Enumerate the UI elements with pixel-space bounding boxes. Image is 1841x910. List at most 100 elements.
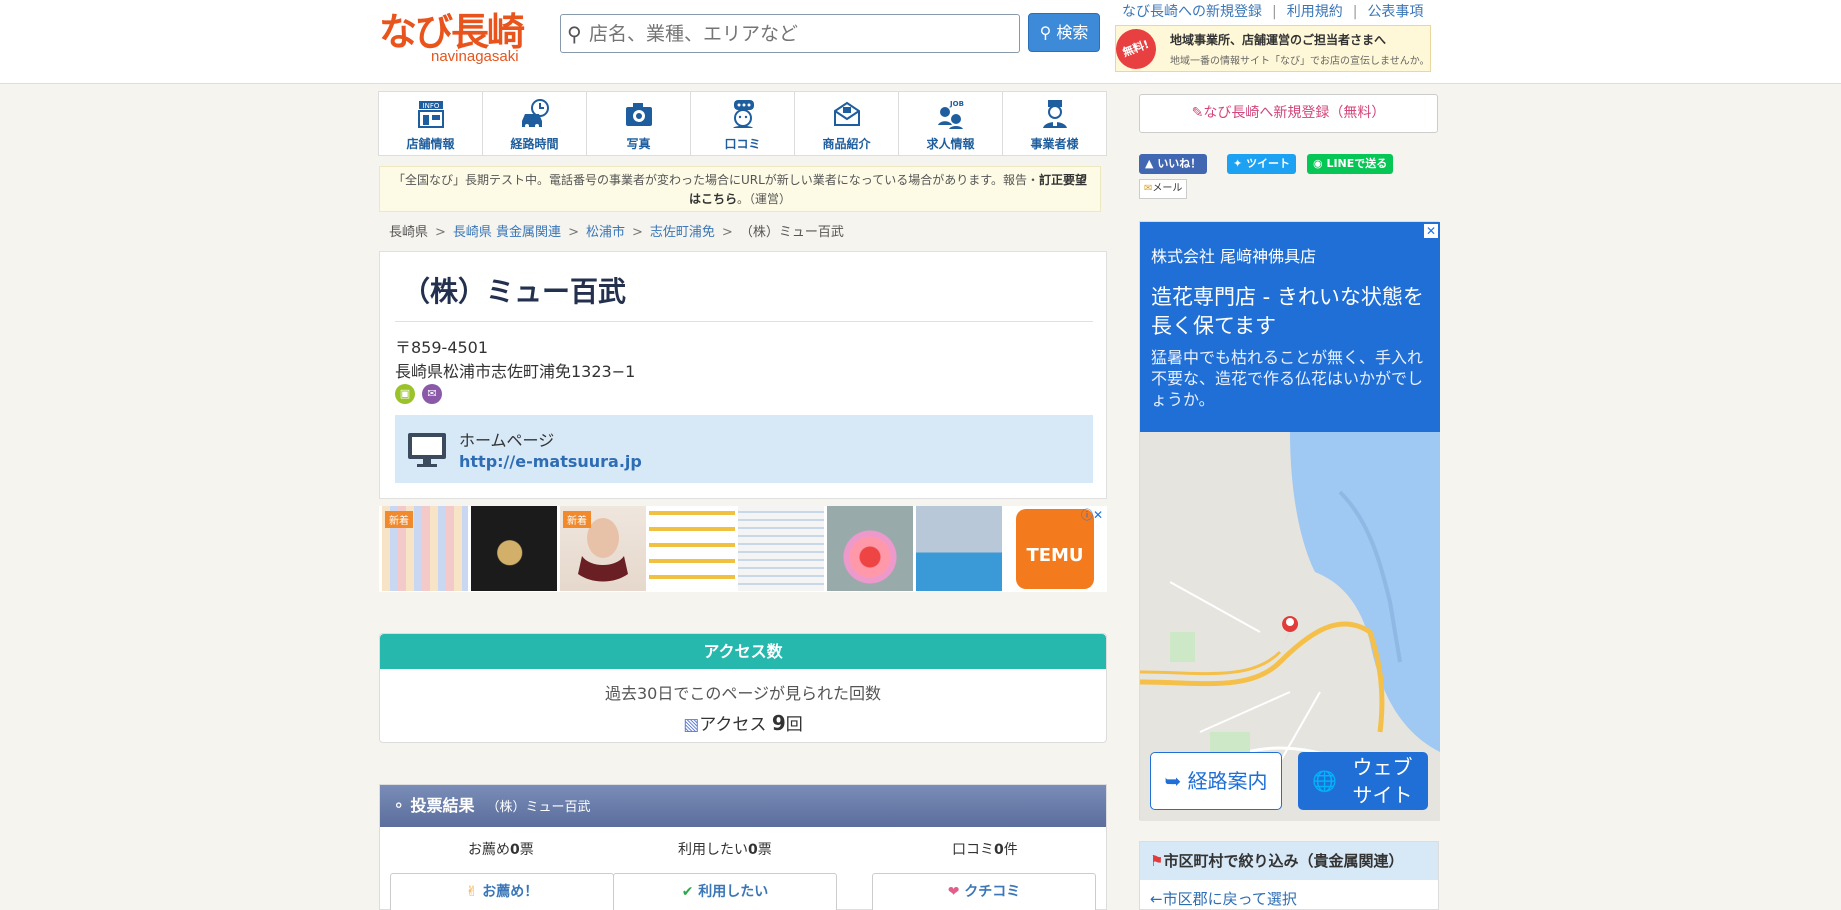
terms-link[interactable]: 利用規約 xyxy=(1287,4,1343,20)
ad-product-tile[interactable] xyxy=(916,506,1002,591)
recommend-button[interactable]: ✌ お薦め！ xyxy=(390,873,614,910)
filter-back-label: 市区郡に戻って選択 xyxy=(1162,890,1297,908)
sidebar-ad[interactable]: 株式会社 尾﨑神佛具店 造花専門店 - きれいな状態を長く保てます 猛暑中でも枯… xyxy=(1139,221,1440,821)
ad-website-button[interactable]: 🌐 ウェブ サイト xyxy=(1298,752,1428,810)
free-badge: 無料! xyxy=(1110,23,1162,75)
promo-banner[interactable]: 無料! 地域事業所、店舗運営のご担当者さまへ 地域一番の情報サイト「なび」でお店… xyxy=(1110,23,1431,75)
page-title: （株）ミュー百武 xyxy=(402,275,627,308)
menu-item-business[interactable]: 事業者様 xyxy=(1003,92,1106,155)
review-button[interactable]: ❤ クチコミ xyxy=(872,873,1096,910)
review-unit: 件 xyxy=(1003,842,1018,858)
promo-title: 地域事業所、店舗運営のご担当者さまへ xyxy=(1170,33,1387,47)
ad-product-tile[interactable]: 新着 xyxy=(560,506,646,591)
ad-product-tile[interactable]: 新着 xyxy=(382,506,468,591)
access-counter: ▧アクセス 9回 xyxy=(380,710,1106,735)
notice-text: 「全国なび」長期テスト中。電話番号の事業者が変わった場合にURLが新しい業者にな… xyxy=(392,173,1039,187)
breadcrumb-separator: > xyxy=(631,225,643,240)
ad-info-icon[interactable]: ⓘ✕ xyxy=(1081,506,1103,523)
access-unit: 回 xyxy=(785,715,803,735)
disclosure-link[interactable]: 公表事項 xyxy=(1367,4,1423,20)
vote-title: 投票結果 xyxy=(410,796,475,815)
homepage-label: ホームページ xyxy=(459,431,555,450)
check-icon: ✔ xyxy=(681,884,694,900)
breadcrumb-separator: > xyxy=(721,225,733,240)
recommend-value: 0 xyxy=(510,842,520,858)
line-label: LINEで送る xyxy=(1326,157,1388,170)
side-register-button[interactable]: ✎なび長崎へ新規登録（無料） xyxy=(1139,94,1438,133)
line-icon: ◉ xyxy=(1313,157,1323,170)
ad-text-area[interactable]: 株式会社 尾﨑神佛具店 造花専門店 - きれいな状態を長く保てます 猛暑中でも枯… xyxy=(1140,222,1440,432)
menu-item-photos[interactable]: 写真 xyxy=(587,92,691,155)
info-icon: INFO xyxy=(417,101,444,128)
access-count-card: アクセス数 過去30日でこのページが見られた回数 ▧アクセス 9回 xyxy=(379,633,1107,743)
menu-item-reviews[interactable]: 口コミ xyxy=(691,92,795,155)
shop-address: 長崎県松浦市志佐町浦免1323−1 xyxy=(395,362,636,381)
search-input[interactable] xyxy=(589,15,1009,52)
access-label: アクセス xyxy=(699,715,767,735)
logo-sub-text: navinagasaki xyxy=(431,48,519,65)
city-filter-box: ⚑市区町村で絞り込み（貴金属関連） ←市区郡に戻って選択 xyxy=(1139,841,1439,910)
ad-product-tile[interactable] xyxy=(649,506,735,591)
menu-item-jobs[interactable]: JOB 求人情報 xyxy=(899,92,1003,155)
product-icon xyxy=(833,101,860,126)
menu-item-route[interactable]: 経路時間 xyxy=(483,92,587,155)
search-button[interactable]: ⚲ 検索 xyxy=(1028,13,1100,52)
tweet-label: ツイート xyxy=(1246,157,1291,170)
ad-website-label: ウェブ サイト xyxy=(1352,755,1413,807)
twitter-icon: ✦ xyxy=(1233,157,1243,170)
search-icon: ⚲ xyxy=(567,22,582,46)
use-button[interactable]: ✔ 利用したい xyxy=(613,873,837,910)
homepage-box[interactable]: ホームページ http://e-matsuura.jp xyxy=(395,415,1093,483)
side-register-label: なび長崎へ新規登録（無料） xyxy=(1203,105,1386,121)
ad-headline: 造花専門店 - きれいな状態を長く保てます xyxy=(1151,285,1424,338)
link-separator: | xyxy=(1352,4,1358,20)
new-badge: 新着 xyxy=(563,511,591,528)
menu-label: 商品紹介 xyxy=(822,137,871,151)
like-label: いいね！ xyxy=(1157,157,1202,170)
mail-icon[interactable]: ✉ xyxy=(422,384,442,404)
breadcrumb-town[interactable]: 志佐町浦免 xyxy=(650,225,715,240)
ad-route-button[interactable]: ➥ 経路案内 xyxy=(1150,752,1282,810)
link-separator: | xyxy=(1272,4,1277,20)
site-header: なび長崎 navinagasaki ⚲ ⚲ 検索 なび長崎への新規登録 | 利用規約… xyxy=(0,0,1841,84)
breadcrumb-prefecture[interactable]: 長崎県 xyxy=(389,225,428,240)
breadcrumb-city[interactable]: 松浦市 xyxy=(586,225,625,240)
menu-label: 口コミ xyxy=(724,137,761,151)
ad-product-tile[interactable] xyxy=(827,506,913,591)
use-button-label: 利用したい xyxy=(698,884,769,900)
pc-icon[interactable]: ▣ xyxy=(395,384,415,404)
breadcrumb: 長崎県 > 長崎県 貴金属関連 > 松浦市 > 志佐町浦免 > （株）ミュー百武 xyxy=(389,221,844,240)
tag-icon: ⚬ xyxy=(392,796,406,815)
menu-item-shop-info[interactable]: INFO 店舗情報 xyxy=(379,92,483,155)
line-share-button[interactable]: ◉ LINEで送る xyxy=(1307,154,1394,174)
menu-label: 経路時間 xyxy=(510,137,559,151)
menu-item-products[interactable]: 商品紹介 xyxy=(795,92,899,155)
top-links: なび長崎への新規登録 | 利用規約 | 公表事項 xyxy=(1122,1,1423,21)
site-logo[interactable]: なび長崎 navinagasaki xyxy=(379,12,529,68)
business-owner-icon xyxy=(1042,100,1067,128)
vote-results-card: ⚬ 投票結果 （株）ミュー百武 お薦め0票 利用したい 0票 口コミ0件 ✌ お薦め… xyxy=(379,784,1107,910)
ad-product-tile[interactable] xyxy=(738,506,824,591)
postal-code: 〒859-4501 xyxy=(395,338,489,357)
ad-close-icon[interactable]: ✕ xyxy=(1424,224,1438,238)
ad-company: 株式会社 尾﨑神佛具店 xyxy=(1151,247,1317,266)
breadcrumb-category[interactable]: 長崎県 貴金属関連 xyxy=(453,225,561,240)
vote-shop-name: （株）ミュー百武 xyxy=(486,800,591,815)
access-count-value: 9 xyxy=(771,711,786,735)
recommend-button-label: お薦め！ xyxy=(482,884,539,900)
ad-product-tile[interactable] xyxy=(471,506,557,591)
vote-unit: 票 xyxy=(519,842,534,858)
review-count: 口コミ0件 xyxy=(952,839,1018,859)
register-link[interactable]: なび長崎への新規登録 xyxy=(1122,4,1262,20)
facebook-like-button[interactable]: ▲ いいね！ xyxy=(1139,154,1208,174)
shop-info-card: （株）ミュー百武 〒859-4501 長崎県松浦市志佐町浦免1323−1 ▣ ✉… xyxy=(379,251,1107,499)
tweet-button[interactable]: ✦ ツイート xyxy=(1227,154,1297,174)
mail-label: メール xyxy=(1152,183,1183,194)
homepage-link[interactable]: http://e-matsuura.jp xyxy=(459,452,642,471)
mail-share-button[interactable]: ✉メール xyxy=(1139,179,1188,199)
notice-suffix: 。（運営） xyxy=(737,192,792,206)
monitor-icon xyxy=(408,433,446,467)
chat-person-icon xyxy=(732,100,754,128)
recommend-count: お薦め0票 xyxy=(468,839,534,859)
filter-back-link[interactable]: ←市区郡に戻って選択 xyxy=(1140,888,1438,909)
